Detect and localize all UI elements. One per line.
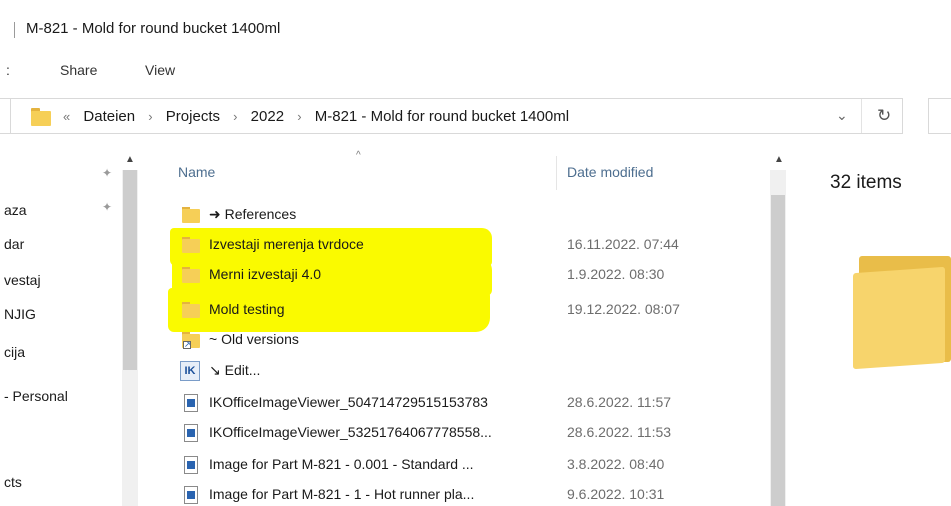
breadcrumb-projects[interactable]: Projects [166,108,220,125]
image-file-icon [184,394,198,412]
file-name: Image for Part M-821 - 0.001 - Standard … [209,456,474,472]
list-item[interactable]: ➜ References [160,202,770,228]
nav-item[interactable]: NJIG [4,306,36,322]
column-divider[interactable] [556,156,557,190]
file-date: 3.8.2022. 08:40 [567,456,665,472]
list-item[interactable]: Merni izvestaji 4.0 1.9.2022. 08:30 [160,262,770,288]
file-name: Image for Part M-821 - 1 - Hot runner pl… [209,486,475,502]
nav-scrollbar-thumb[interactable] [123,170,137,370]
overflow-chevron-icon[interactable]: « [63,109,70,124]
file-name: Mold testing [209,301,285,317]
file-list-scrollbar-thumb[interactable] [771,195,785,506]
ribbon-tabs: : Share View [0,52,951,86]
list-item[interactable]: Izvestaji merenja tvrdoce 16.11.2022. 07… [160,232,770,258]
column-date-modified[interactable]: Date modified [567,164,653,180]
file-name: IKOfficeImageViewer_504714729515153783 [209,394,488,410]
file-date: 1.9.2022. 08:30 [567,266,665,282]
nav-item[interactable]: vestaj [4,272,41,288]
history-dropdown-icon[interactable]: ⌄ [836,107,848,124]
nav-item[interactable]: cija [4,344,25,360]
tab-view[interactable]: View [145,62,175,78]
list-item[interactable]: ↗ ~ Old versions [160,327,770,353]
nav-item-personal[interactable]: - Personal [4,388,68,404]
list-item[interactable]: Image for Part M-821 - 0.001 - Standard … [160,452,770,478]
folder-icon [31,107,51,127]
refresh-icon[interactable]: ↻ [877,106,891,126]
window-title: M-821 - Mold for round bucket 1400ml [26,20,281,37]
folder-preview-icon [853,250,951,370]
folder-icon [182,206,200,224]
title-separator [14,22,15,38]
address-divider [861,99,862,133]
address-bar[interactable]: « Dateien › Projects › 2022 › M-821 - Mo… [10,98,903,134]
list-item[interactable]: IKOfficeImageViewer_53251764067778558...… [160,420,770,446]
file-name: Izvestaji merenja tvrdoce [209,236,364,252]
sort-ascending-icon: ^ [356,150,361,161]
folder-shortcut-icon: ↗ [182,331,200,349]
file-name: ➜ References [209,206,297,222]
list-item[interactable]: Image for Part M-821 - 1 - Hot runner pl… [160,482,770,506]
column-header: ^ Name Date modified [160,150,770,190]
pin-icon[interactable]: ✦ [102,200,112,214]
breadcrumb-separator-icon: › [233,109,238,124]
nav-item[interactable]: dar [4,236,24,252]
nav-item[interactable]: cts [4,474,22,490]
folder-icon [182,266,200,284]
scroll-up-arrow-icon[interactable]: ▲ [125,154,135,165]
title-bar: M-821 - Mold for round bucket 1400ml [0,0,951,50]
image-file-icon [184,424,198,442]
file-date: 28.6.2022. 11:53 [567,424,672,440]
breadcrumb: « Dateien › Projects › 2022 › M-821 - Mo… [63,108,569,125]
file-date: 16.11.2022. 07:44 [567,236,679,252]
file-date: 28.6.2022. 11:57 [567,394,672,410]
file-date: 19.12.2022. 08:07 [567,301,680,317]
search-box[interactable] [928,98,951,134]
file-name: ↘ Edit... [209,362,261,378]
list-item[interactable]: Mold testing 19.12.2022. 08:07 [160,297,770,323]
tab-share[interactable]: Share [60,62,97,78]
file-name: Merni izvestaji 4.0 [209,266,322,282]
list-item[interactable]: IK ↘ Edit... [160,358,770,384]
ribbon-fragment: : [6,62,10,78]
file-name: ~ Old versions [209,331,299,347]
breadcrumb-separator-icon: › [297,109,302,124]
pin-icon[interactable]: ✦ [102,166,112,180]
breadcrumb-dateien[interactable]: Dateien [83,108,135,125]
breadcrumb-2022[interactable]: 2022 [251,108,284,125]
address-bar-edge [0,98,10,134]
nav-item[interactable]: aza [4,202,27,218]
file-date: 9.6.2022. 10:31 [567,486,665,502]
item-count: 32 items [830,172,902,193]
image-file-icon [184,456,198,474]
breadcrumb-separator-icon: › [148,109,153,124]
breadcrumb-current-folder[interactable]: M-821 - Mold for round bucket 1400ml [315,108,569,125]
list-item[interactable]: IKOfficeImageViewer_504714729515153783 2… [160,390,770,416]
image-file-icon [184,486,198,504]
column-name[interactable]: Name [178,164,215,180]
folder-icon [182,301,200,319]
scroll-up-arrow-icon[interactable]: ▲ [774,154,784,165]
k-app-icon: IK [180,361,200,381]
navigation-pane: ✦ ✦ aza dar vestaj NJIG cija - Personal … [0,150,122,506]
folder-icon [182,236,200,254]
file-name: IKOfficeImageViewer_53251764067778558... [209,424,492,440]
